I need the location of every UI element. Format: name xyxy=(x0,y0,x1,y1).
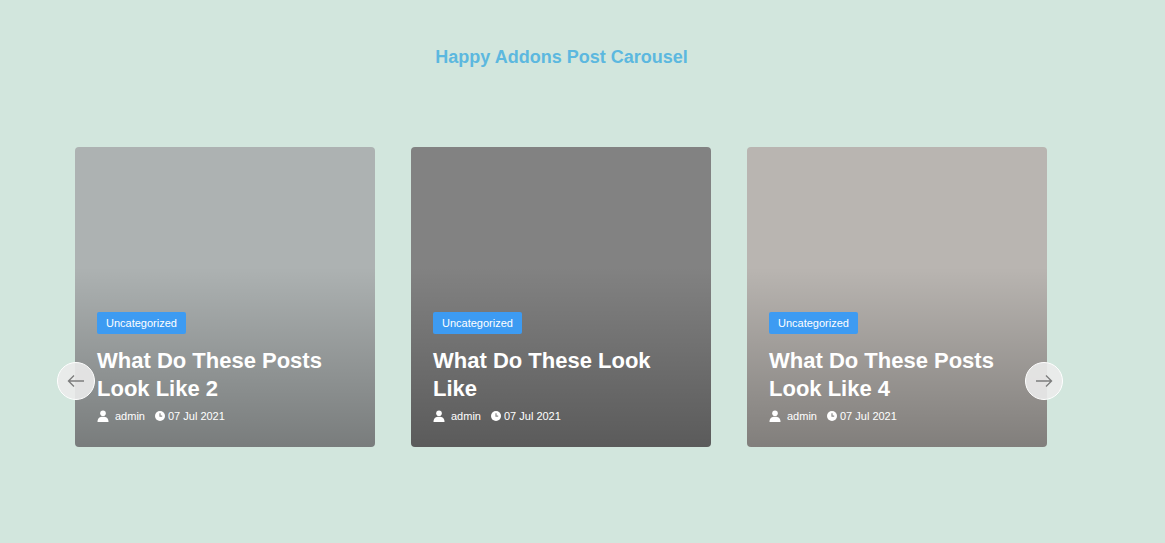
post-author[interactable]: admin xyxy=(433,409,481,423)
post-date: 07 Jul 2021 xyxy=(155,409,225,423)
page: Happy Addons Post Carousel Uncategorized W… xyxy=(0,0,1165,543)
post-title[interactable]: What Do These Posts Look Like 4 xyxy=(769,347,1021,403)
user-icon xyxy=(97,410,109,422)
post-carousel[interactable]: Uncategorized What Do These Posts Look Li… xyxy=(75,147,1048,447)
post-author[interactable]: admin xyxy=(97,409,145,423)
category-badge[interactable]: Uncategorized xyxy=(97,312,186,334)
post-title[interactable]: What Do These Posts Look Like 2 xyxy=(97,347,349,403)
arrow-right-icon xyxy=(1035,374,1053,388)
category-badge[interactable]: Uncategorized xyxy=(433,312,522,334)
user-icon xyxy=(433,410,445,422)
clock-icon xyxy=(827,411,837,421)
clock-icon xyxy=(491,411,501,421)
clock-icon xyxy=(155,411,165,421)
post-author[interactable]: admin xyxy=(769,409,817,423)
post-date: 07 Jul 2021 xyxy=(491,409,561,423)
post-card[interactable]: Uncategorized What Do These Posts Look Li… xyxy=(75,147,375,447)
post-date: 07 Jul 2021 xyxy=(827,409,897,423)
post-carousel-section: Happy Addons Post Carousel Uncategorized W… xyxy=(75,46,1048,447)
user-icon xyxy=(769,410,781,422)
post-card[interactable]: Uncategorized What Do These Look Like admi… xyxy=(411,147,711,447)
next-arrow[interactable] xyxy=(1025,362,1063,400)
post-card[interactable]: Uncategorized What Do These Posts Look Li… xyxy=(747,147,1047,447)
category-badge[interactable]: Uncategorized xyxy=(769,312,858,334)
previous-arrow[interactable] xyxy=(57,362,95,400)
post-meta: admin 07 Jul 2021 xyxy=(97,409,225,423)
post-card-content: Uncategorized What Do These Posts Look Li… xyxy=(97,312,355,423)
post-card-content: Uncategorized What Do These Posts Look Li… xyxy=(769,312,1027,423)
post-card-content: Uncategorized What Do These Look Like admi… xyxy=(433,312,691,423)
post-meta: admin 07 Jul 2021 xyxy=(433,409,561,423)
post-meta: admin 07 Jul 2021 xyxy=(769,409,897,423)
section-title: Happy Addons Post Carousel xyxy=(75,46,1048,68)
arrow-left-icon xyxy=(67,374,85,388)
post-title[interactable]: What Do These Look Like xyxy=(433,347,685,403)
